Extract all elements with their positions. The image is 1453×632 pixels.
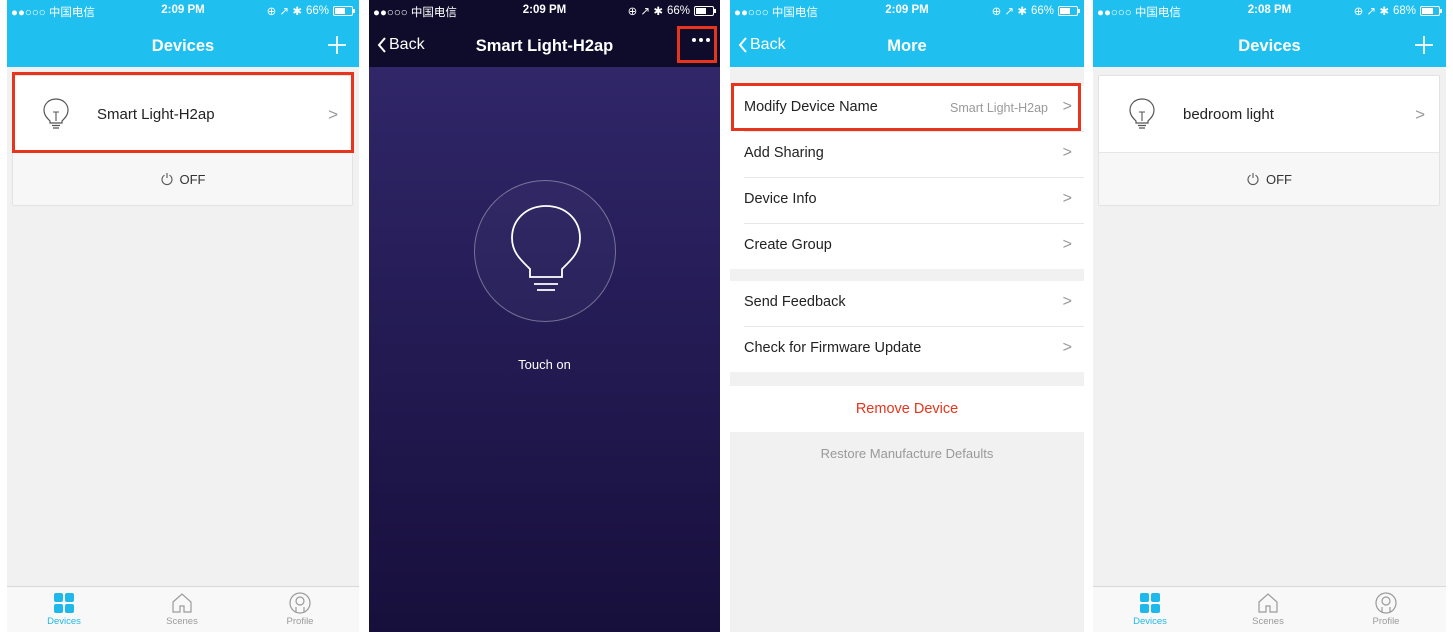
battery-percent: 66% — [1030, 5, 1054, 17]
firmware-update-row[interactable]: Check for Firmware Update > — [744, 327, 1084, 372]
battery-percent: 68% — [1392, 5, 1416, 17]
tab-bar: Devices Scenes Profile — [7, 586, 359, 632]
touch-on-label: Touch on — [518, 357, 571, 372]
status-bar: ●●○○○ 中国电信 2:09 PM ⊕ ↗ ✱ 66% — [369, 0, 720, 20]
nav-bar: ●●○○○ 中国电信 2:09 PM ⊕ ↗ ✱ 66% Back Smart … — [369, 0, 720, 67]
light-toggle-button[interactable] — [474, 180, 616, 322]
chevron-right-icon: > — [1062, 98, 1072, 115]
status-bar: ●●○○○ 中国电信 2:09 PM ⊕ ↗ ✱ 66% — [7, 0, 359, 20]
chevron-right-icon: > — [1062, 144, 1072, 161]
tab-scenes[interactable]: Scenes — [152, 592, 212, 627]
battery-percent: 66% — [666, 5, 690, 17]
lightbulb-icon — [1129, 98, 1155, 129]
device-card: Smart Light-H2ap > OFF — [12, 75, 353, 206]
device-row[interactable]: bedroom light > — [1099, 76, 1439, 153]
tab-devices-label: Devices — [1133, 616, 1167, 627]
restore-defaults-button[interactable]: Restore Manufacture Defaults — [730, 446, 1084, 461]
light-control-screen: ●●○○○ 中国电信 2:09 PM ⊕ ↗ ✱ 66% Back Smart … — [369, 0, 720, 632]
lightbulb-icon — [511, 205, 581, 291]
add-device-icon[interactable] — [1412, 33, 1436, 57]
tab-bar: Devices Scenes Profile — [1093, 586, 1446, 632]
row-label: Check for Firmware Update — [744, 340, 922, 356]
page-title: More — [887, 37, 927, 55]
more-options-button[interactable] — [692, 38, 710, 42]
power-icon — [1247, 173, 1259, 186]
battery-icon — [1420, 6, 1442, 16]
tab-devices[interactable]: Devices — [1120, 592, 1180, 627]
grid-icon — [1140, 593, 1160, 613]
chevron-right-icon: > — [1062, 236, 1072, 253]
device-name: bedroom light — [1183, 106, 1274, 123]
send-feedback-row[interactable]: Send Feedback > — [744, 281, 1084, 327]
battery-icon — [333, 6, 355, 16]
status-icons: ⊕ ↗ ✱ — [266, 6, 302, 18]
devices-screen-renamed: ●●○○○ 中国电信 2:08 PM ⊕ ↗ ✱ 68% Devices bed… — [1093, 0, 1446, 632]
row-label: Add Sharing — [744, 145, 824, 161]
tab-devices[interactable]: Devices — [34, 592, 94, 627]
power-toggle[interactable]: OFF — [13, 153, 352, 205]
add-device-icon[interactable] — [325, 33, 349, 57]
lightbulb-icon — [43, 98, 69, 129]
device-card: bedroom light > OFF — [1098, 75, 1440, 206]
chevron-right-icon: > — [1062, 339, 1072, 356]
modify-device-name-row[interactable]: Modify Device Name Smart Light-H2ap > — [744, 86, 1084, 132]
tab-scenes[interactable]: Scenes — [1238, 592, 1298, 627]
chevron-right-icon: > — [1062, 293, 1072, 310]
tab-devices-label: Devices — [47, 616, 81, 627]
status-icons: ⊕ ↗ ✱ — [627, 6, 663, 18]
home-icon — [1258, 593, 1278, 613]
page-title: Devices — [1238, 37, 1301, 55]
tab-profile-label: Profile — [286, 616, 314, 627]
row-label: Modify Device Name — [744, 99, 878, 115]
power-label: OFF — [1266, 171, 1292, 187]
tab-profile-label: Profile — [1372, 616, 1400, 627]
more-screen: ●●○○○ 中国电信 2:09 PM ⊕ ↗ ✱ 66% Back More M… — [730, 0, 1084, 632]
nav-bar: ●●○○○ 中国电信 2:09 PM ⊕ ↗ ✱ 66% Back More — [730, 0, 1084, 67]
power-icon — [160, 173, 173, 186]
battery-icon — [1058, 6, 1080, 16]
row-label: Create Group — [744, 237, 832, 253]
nav-bar: ●●○○○ 中国电信 2:09 PM ⊕ ↗ ✱ 66% Devices — [7, 0, 359, 67]
support-group: Send Feedback > Check for Firmware Updat… — [730, 281, 1084, 372]
device-name: Smart Light-H2ap — [97, 106, 215, 123]
chevron-right-icon: > — [328, 105, 338, 124]
battery-percent: 66% — [305, 5, 329, 17]
tab-profile[interactable]: Profile — [1356, 592, 1416, 627]
nav-bar: ●●○○○ 中国电信 2:08 PM ⊕ ↗ ✱ 68% Devices — [1093, 0, 1446, 67]
row-value: Smart Light-H2ap — [950, 101, 1048, 115]
status-icons: ⊕ ↗ ✱ — [1353, 6, 1389, 18]
row-label: Device Info — [744, 191, 817, 207]
status-bar: ●●○○○ 中国电信 2:09 PM ⊕ ↗ ✱ 66% — [730, 0, 1084, 20]
chevron-right-icon: > — [1062, 190, 1072, 207]
power-label: OFF — [179, 171, 206, 187]
add-sharing-row[interactable]: Add Sharing > — [744, 132, 1084, 178]
row-label: Send Feedback — [744, 294, 846, 310]
power-toggle[interactable]: OFF — [1099, 153, 1439, 205]
home-icon — [172, 593, 192, 613]
profile-icon — [1375, 592, 1397, 614]
devices-screen: ●●○○○ 中国电信 2:09 PM ⊕ ↗ ✱ 66% Devices Sma… — [7, 0, 359, 632]
grid-icon — [54, 593, 74, 613]
page-title: Devices — [151, 37, 215, 55]
status-icons: ⊕ ↗ ✱ — [991, 6, 1027, 18]
settings-group: Modify Device Name Smart Light-H2ap > Ad… — [730, 86, 1084, 269]
battery-icon — [694, 6, 716, 16]
device-row[interactable]: Smart Light-H2ap > — [13, 76, 352, 153]
remove-device-button[interactable]: Remove Device — [730, 386, 1084, 432]
profile-icon — [289, 592, 311, 614]
create-group-row[interactable]: Create Group > — [744, 224, 1084, 269]
tab-scenes-label: Scenes — [1252, 616, 1284, 627]
page-title: Smart Light-H2ap — [475, 37, 614, 55]
device-info-row[interactable]: Device Info > — [744, 178, 1084, 224]
tab-scenes-label: Scenes — [166, 616, 198, 627]
tab-profile[interactable]: Profile — [270, 592, 330, 627]
chevron-right-icon: > — [1415, 105, 1425, 124]
status-bar: ●●○○○ 中国电信 2:08 PM ⊕ ↗ ✱ 68% — [1093, 0, 1446, 20]
